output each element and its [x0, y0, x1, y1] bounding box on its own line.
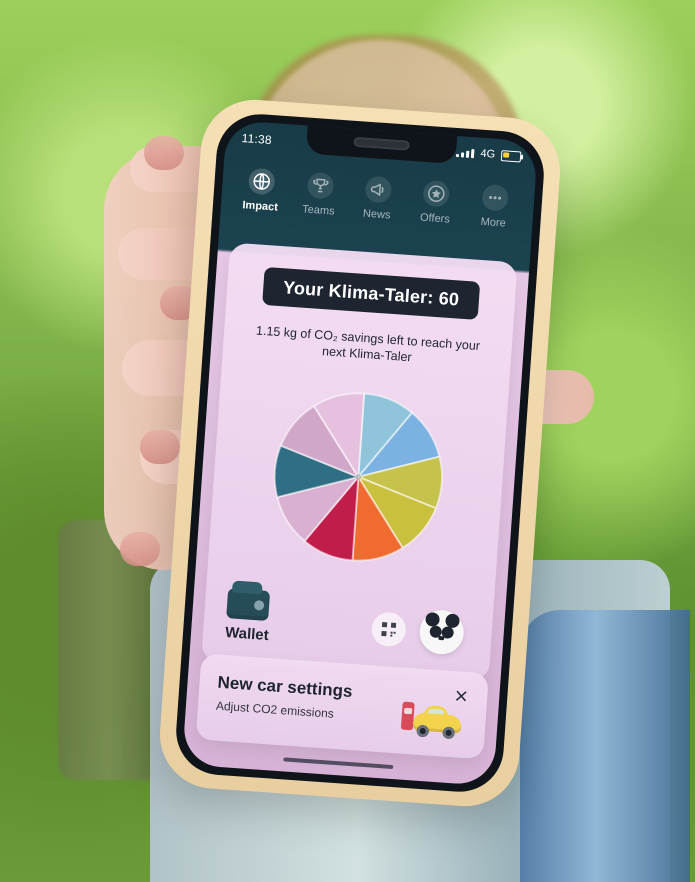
new-car-settings-subtitle: Adjust CO2 emissions [215, 698, 335, 721]
fingernail [120, 532, 160, 566]
car-wheel [416, 724, 430, 738]
nav-label-offers: Offers [419, 211, 451, 226]
more-dots-icon [481, 183, 509, 212]
nav-label-teams: Teams [301, 203, 336, 218]
globe-icon [248, 167, 276, 196]
star-icon [422, 179, 451, 208]
status-time: 11:38 [241, 130, 273, 148]
trophy-icon [306, 171, 335, 200]
savings-text: 1.15 kg of CO₂ savings left to reach you… [255, 323, 481, 365]
panda-avatar[interactable] [418, 608, 466, 656]
wallet-button[interactable]: Wallet [225, 588, 272, 644]
nav-item-news[interactable]: News [345, 175, 409, 255]
home-indicator [283, 757, 394, 770]
notch [305, 125, 458, 164]
earpiece [353, 136, 410, 151]
klima-taler-pill: Your Klima-Taler: 60 [262, 266, 481, 320]
nav-label-impact: Impact [242, 199, 279, 214]
impact-card: Your Klima-Taler: 60 1.15 kg of CO₂ savi… [201, 242, 518, 682]
fingernail [144, 136, 184, 170]
battery-icon [500, 149, 522, 163]
phone-bezel: 11:38 4G Impact Teams News Offers More Y… [173, 111, 547, 795]
megaphone-icon [364, 175, 393, 204]
status-bar-right: 4G [456, 146, 522, 163]
panda-nose [438, 635, 445, 641]
network-label: 4G [480, 147, 496, 161]
new-car-settings-title: New car settings [217, 672, 354, 702]
nav-item-offers[interactable]: Offers [403, 179, 467, 259]
car-wheel [442, 726, 456, 740]
phone: 11:38 4G Impact Teams News Offers More Y… [156, 96, 564, 810]
car-illustration [400, 696, 465, 744]
impact-pie-chart [273, 392, 443, 562]
qr-code-icon [381, 621, 397, 637]
nav-item-more[interactable]: More [461, 183, 525, 263]
wallet-icon [226, 588, 271, 621]
nav-label-news: News [362, 207, 391, 222]
nav-item-teams[interactable]: Teams [287, 171, 351, 251]
photo-scene: 11:38 4G Impact Teams News Offers More Y… [0, 0, 695, 882]
person-jacket [520, 610, 690, 882]
fingernail [140, 430, 180, 464]
wallet-label: Wallet [224, 624, 270, 645]
signal-icon [456, 147, 475, 159]
app-screen: 11:38 4G Impact Teams News Offers More Y… [181, 119, 539, 787]
nav-label-more: More [480, 215, 507, 230]
nav-item-impact[interactable]: Impact [228, 166, 292, 246]
qr-code-button[interactable] [370, 611, 407, 648]
